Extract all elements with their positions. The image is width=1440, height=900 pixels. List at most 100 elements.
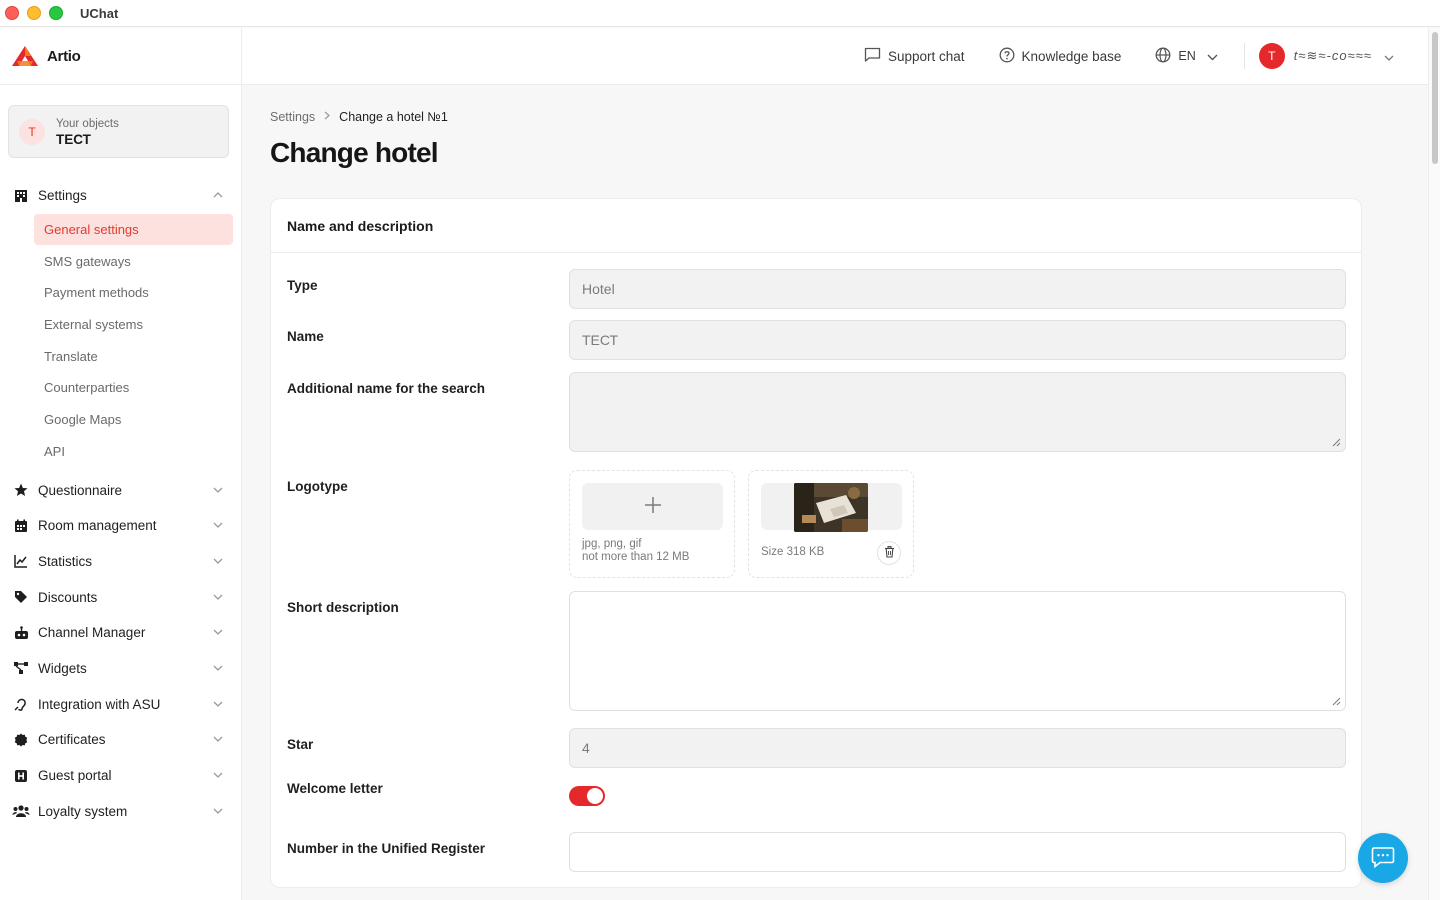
type-field[interactable]: Hotel — [569, 269, 1346, 309]
name-label: Name — [287, 329, 324, 344]
resize-handle-icon[interactable] — [1332, 438, 1341, 447]
additional-name-label: Additional name for the search — [287, 381, 486, 396]
minimize-window-button[interactable] — [27, 6, 41, 20]
sidebar-item-counterparties[interactable]: Counterparties — [34, 372, 233, 404]
zoom-window-button[interactable] — [49, 6, 63, 20]
brand-name: Artio — [47, 47, 81, 65]
sidebar-item-google-maps[interactable]: Google Maps — [34, 404, 233, 436]
logotype-label: Logotype — [287, 479, 348, 494]
additional-name-row: Additional name for the search — [287, 372, 1347, 452]
page-title: Change hotel — [270, 137, 439, 168]
window-titlebar: UChat — [0, 0, 1440, 27]
sidebar-item-channel-manager[interactable]: Channel Manager — [0, 615, 241, 651]
sidebar-item-statistics[interactable]: Statistics — [0, 544, 241, 580]
main-content: Settings Change a hotel №1 Change hotel … — [270, 85, 1362, 888]
sidebar-item-api[interactable]: API — [34, 436, 233, 468]
logo-upload-box[interactable]: jpg, png, gif not more than 12 MB — [569, 470, 735, 578]
sidebar-item-integration-asu[interactable]: Integration with ASU — [0, 686, 241, 722]
sidebar-item-guest-portal[interactable]: Guest portal — [0, 758, 241, 794]
nodes-icon — [12, 659, 30, 677]
logo-preview-box: Size 318 KB — [748, 470, 914, 578]
logotype-row: Logotype jpg, png, gif not more than 12 … — [287, 470, 1347, 578]
sidebar-item-sms-gateways[interactable]: SMS gateways — [34, 245, 233, 277]
sidebar-item-label: Channel Manager — [38, 625, 146, 641]
support-chat-link[interactable]: Support chat — [864, 47, 965, 66]
sidebar-item-certificates[interactable]: Certificates — [0, 722, 241, 758]
building-icon — [12, 187, 30, 205]
sidebar-item-questionnaire[interactable]: Questionnaire — [0, 472, 241, 508]
chevron-down-icon — [213, 556, 223, 567]
welcome-letter-row: Welcome letter — [287, 781, 1347, 811]
knowledge-base-link[interactable]: Knowledge base — [999, 47, 1122, 66]
sidebar-item-loyalty-system[interactable]: Loyalty system — [0, 793, 241, 829]
artio-logo-icon — [11, 45, 39, 67]
sidebar-item-label: Widgets — [38, 660, 87, 676]
chevron-down-icon — [213, 520, 223, 531]
ear-icon — [12, 695, 30, 713]
trash-icon — [884, 545, 895, 561]
scrollbar-thumb[interactable] — [1432, 32, 1438, 164]
welcome-letter-toggle[interactable] — [569, 786, 605, 806]
sidebar-item-payment-methods[interactable]: Payment methods — [34, 277, 233, 309]
star-label: Star — [287, 737, 314, 752]
open-chat-button[interactable] — [1358, 833, 1408, 883]
short-description-label: Short description — [287, 600, 399, 615]
type-label: Type — [287, 278, 318, 293]
sidebar-item-external-systems[interactable]: External systems — [34, 309, 233, 341]
star-row: Star 4 — [287, 728, 1347, 768]
unified-register-label: Number in the Unified Register — [287, 841, 486, 856]
chevron-down-icon — [213, 592, 223, 603]
sidebar-item-translate[interactable]: Translate — [34, 340, 233, 372]
sidebar-item-room-management[interactable]: Room management — [0, 508, 241, 544]
globe-icon — [1155, 47, 1171, 66]
object-avatar: Т — [19, 118, 45, 145]
object-selector-caption: Your objects — [56, 117, 119, 130]
logo-size-text: Size 318 KB — [761, 546, 825, 558]
close-window-button[interactable] — [5, 6, 19, 20]
breadcrumb-settings-link[interactable]: Settings — [270, 110, 315, 124]
chevron-down-icon — [213, 627, 223, 638]
sidebar-item-widgets[interactable]: Widgets — [0, 651, 241, 687]
short-description-row: Short description — [287, 591, 1347, 711]
name-row: Name ТЕСТ — [287, 320, 1347, 360]
chevron-down-icon — [213, 485, 223, 496]
sidebar-item-label: Discounts — [38, 589, 98, 605]
tags-icon — [12, 588, 30, 606]
chevron-down-icon — [1207, 49, 1218, 64]
additional-name-textarea[interactable] — [569, 372, 1346, 452]
sidebar-item-discounts[interactable]: Discounts — [0, 579, 241, 615]
sidebar-item-general-settings[interactable]: General settings — [34, 213, 233, 246]
unified-register-field[interactable] — [569, 832, 1346, 872]
top-header: Support chat Knowledge base EN T t≈≋≈-co… — [242, 28, 1428, 85]
chevron-down-icon — [213, 806, 223, 817]
user-menu[interactable]: T t≈≋≈-co≈≈≈ — [1258, 43, 1394, 69]
user-name: t≈≋≈-co≈≈≈ — [1293, 48, 1372, 63]
resize-handle-icon[interactable] — [1332, 697, 1341, 706]
name-field[interactable]: ТЕСТ — [569, 320, 1346, 360]
chevron-up-icon — [213, 190, 223, 201]
delete-logo-button[interactable] — [877, 541, 901, 565]
brand-logo[interactable]: Artio — [0, 28, 241, 85]
star-icon — [12, 481, 30, 499]
settings-submenu: General settings SMS gateways Payment me… — [0, 213, 241, 468]
calendar-icon — [12, 517, 30, 535]
sidebar-item-label: Settings — [38, 188, 87, 204]
object-selector-value: ТЕСТ — [56, 131, 91, 147]
knowledge-base-label: Knowledge base — [1021, 48, 1122, 64]
upload-hint: jpg, png, gif not more than 12 MB — [582, 538, 689, 564]
sidebar-item-label: Guest portal — [38, 768, 112, 784]
sidebar-item-label: Questionnaire — [38, 482, 123, 498]
sidebar-item-settings[interactable]: Settings — [0, 178, 241, 214]
short-description-textarea[interactable] — [569, 591, 1346, 711]
logo-thumbnail — [794, 483, 868, 532]
object-selector[interactable]: Т Your objects ТЕСТ — [8, 105, 229, 158]
language-selector[interactable]: EN — [1155, 47, 1218, 66]
chevron-down-icon — [213, 663, 223, 674]
sidebar-item-label: Room management — [38, 518, 157, 534]
add-logo-button[interactable] — [582, 483, 723, 530]
page-scrollbar[interactable] — [1428, 28, 1440, 900]
star-field[interactable]: 4 — [569, 728, 1346, 768]
chevron-down-icon — [213, 770, 223, 781]
upload-hint-size-limit: not more than 12 MB — [582, 551, 690, 563]
chevron-right-icon — [324, 111, 331, 123]
